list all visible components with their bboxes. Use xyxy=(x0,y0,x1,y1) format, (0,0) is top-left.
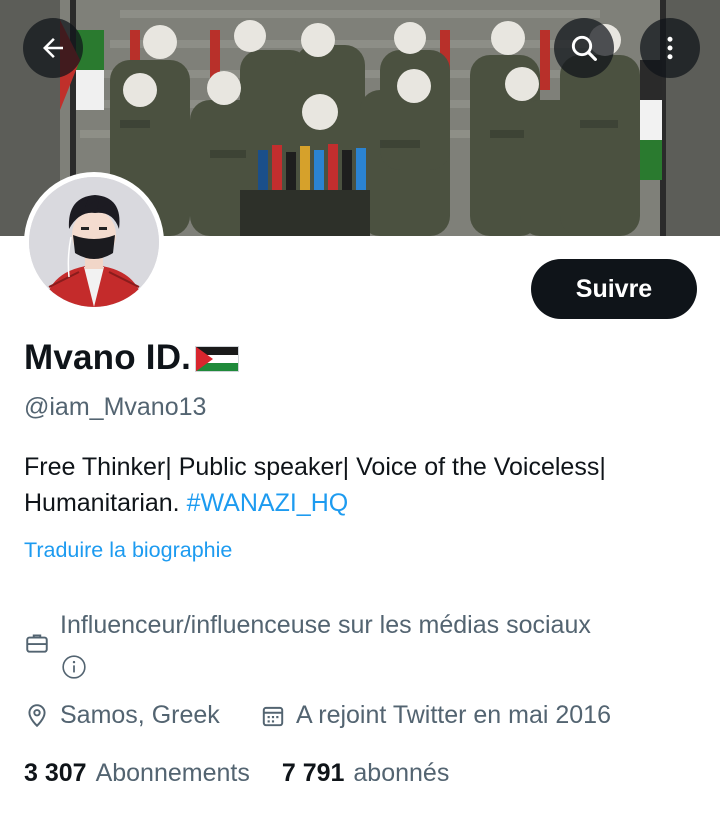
palestine-flag-icon xyxy=(195,346,240,372)
location-pin-icon xyxy=(28,704,46,728)
arrow-left-icon xyxy=(43,38,63,58)
bio: Free Thinker| Public speaker| Voice of t… xyxy=(24,449,704,521)
profile-category: Influenceur/influenceuse sur les médias … xyxy=(60,611,591,639)
calendar-icon xyxy=(262,706,284,727)
following-count: 3 307 xyxy=(24,759,87,787)
followers-link[interactable]: 7 791 abonnés xyxy=(282,759,450,788)
joined-date: A rejoint Twitter en mai 2016 xyxy=(296,701,611,729)
info-icon[interactable] xyxy=(61,654,87,680)
user-handle: @iam_Mvano13 xyxy=(24,393,207,421)
following-label: Abonnements xyxy=(95,759,250,787)
follow-stats: 3 307 Abonnements 7 791 abonnés xyxy=(24,759,449,788)
more-vertical-icon xyxy=(667,36,673,60)
profile-avatar[interactable] xyxy=(24,172,164,312)
search-button[interactable] xyxy=(554,18,614,78)
follow-button[interactable]: Suivre xyxy=(531,259,697,319)
bio-hashtag-link[interactable]: #WANAZI_HQ xyxy=(187,489,349,517)
display-name-row: Mvano ID. xyxy=(24,338,240,378)
profile-location: Samos, Greek xyxy=(60,701,220,729)
followers-label: abonnés xyxy=(353,759,450,787)
search-icon xyxy=(571,35,597,61)
back-button[interactable] xyxy=(23,18,83,78)
translate-bio-link[interactable]: Traduire la biographie xyxy=(24,538,232,563)
following-link[interactable]: 3 307 Abonnements xyxy=(24,759,250,788)
briefcase-icon xyxy=(26,634,48,653)
more-options-button[interactable] xyxy=(640,18,700,78)
avatar-image xyxy=(29,177,159,307)
followers-count: 7 791 xyxy=(281,759,345,787)
display-name: Mvano ID. xyxy=(24,338,192,377)
